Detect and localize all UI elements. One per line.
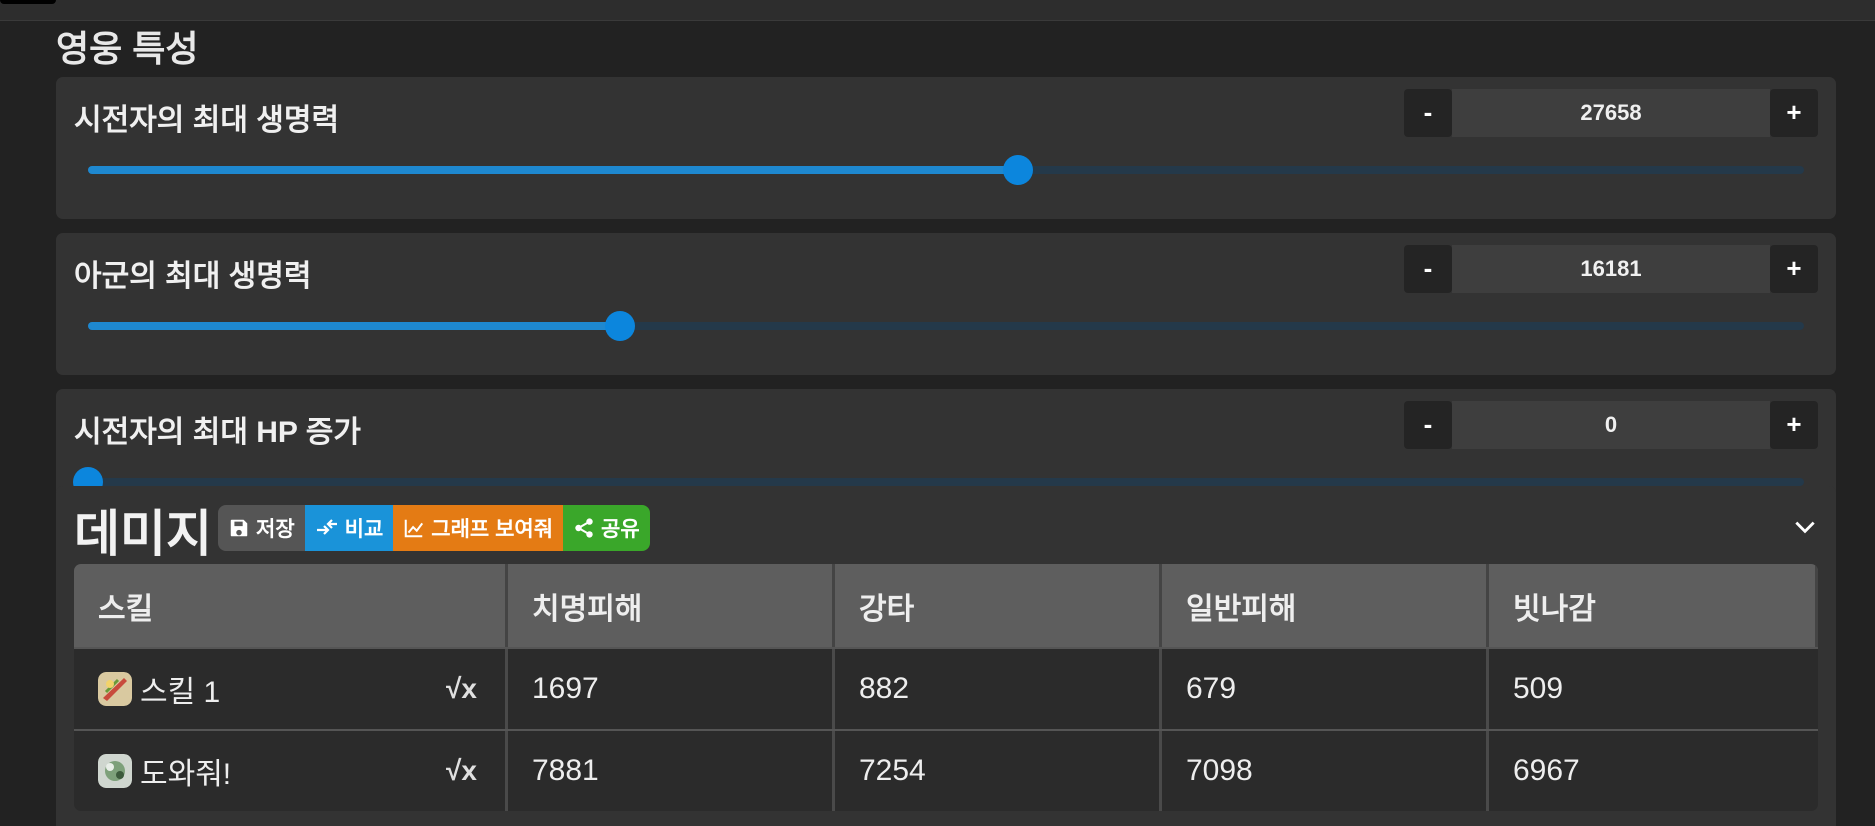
- show-graph-button[interactable]: 그래프 보여줘: [393, 505, 564, 551]
- formula-icon[interactable]: √x: [446, 673, 477, 705]
- increment-button[interactable]: +: [1770, 89, 1818, 137]
- save-icon: [230, 519, 248, 537]
- normal-value: 679: [1162, 649, 1489, 729]
- stat-panel-caster-max-hp: 시전자의 최대 생명력 - 27658 +: [56, 77, 1836, 219]
- crit-value: 7881: [508, 731, 835, 811]
- header-miss[interactable]: 빗나감: [1489, 564, 1818, 647]
- crush-value: 7254: [835, 731, 1162, 811]
- header-crit[interactable]: 치명피해: [508, 564, 835, 647]
- table-header-row: 스킬 치명피해 강타 일반피해 빗나감: [74, 564, 1818, 647]
- decrement-button[interactable]: -: [1404, 89, 1452, 137]
- skill-cell: 스킬 1 √x: [74, 649, 508, 729]
- slider-fill: [88, 166, 1019, 174]
- damage-table: 스킬 치명피해 강타 일반피해 빗나감 스킬 1 √x 1697 882 679…: [74, 564, 1818, 811]
- skill-name: 스킬 1: [140, 676, 221, 709]
- share-button[interactable]: 공유: [563, 505, 650, 551]
- skill-name: 도와줘!: [140, 758, 232, 791]
- decrement-button[interactable]: -: [1404, 401, 1452, 449]
- section-title: 영웅 특성: [56, 28, 199, 69]
- value-input[interactable]: 0: [1452, 401, 1770, 449]
- increment-button[interactable]: +: [1770, 245, 1818, 293]
- value-stepper: - 16181 +: [1404, 245, 1818, 293]
- stat-panel-ally-max-hp: 아군의 최대 생명력 - 16181 +: [56, 233, 1836, 375]
- share-icon: [575, 518, 593, 538]
- table-row: 스킬 1 √x 1697 882 679 509: [74, 647, 1818, 729]
- line-chart-icon: [405, 519, 424, 538]
- value-input[interactable]: 27658: [1452, 89, 1770, 137]
- top-bar: [0, 0, 1875, 21]
- normal-value: 7098: [1162, 731, 1489, 811]
- skill-1-icon: [98, 672, 132, 706]
- save-label: 저장: [256, 518, 295, 541]
- slider-track: [88, 478, 1804, 486]
- header-skill[interactable]: 스킬: [74, 564, 508, 647]
- chevron-down-icon[interactable]: [1792, 514, 1818, 540]
- crush-value: 882: [835, 649, 1162, 729]
- slider-thumb[interactable]: [1003, 155, 1034, 185]
- value-slider[interactable]: [88, 155, 1804, 185]
- value-input[interactable]: 16181: [1452, 245, 1770, 293]
- crit-value: 1697: [508, 649, 835, 729]
- header-normal[interactable]: 일반피해: [1162, 564, 1489, 647]
- value-stepper: - 0 +: [1404, 401, 1818, 449]
- table-row: 도와줘! √x 7881 7254 7098 6967: [74, 729, 1818, 811]
- formula-icon[interactable]: √x: [446, 755, 477, 787]
- value-slider[interactable]: [88, 311, 1804, 341]
- compare-label: 비교: [344, 518, 384, 541]
- damage-toolbar: 저장 비교 그래프 보여줘 공유: [218, 505, 650, 551]
- header-crush[interactable]: 강타: [835, 564, 1162, 647]
- decrement-button[interactable]: -: [1404, 245, 1452, 293]
- compare-button[interactable]: 비교: [304, 505, 394, 551]
- slider-fill: [88, 322, 620, 330]
- skill-help-icon: [98, 754, 132, 788]
- save-button[interactable]: 저장: [218, 505, 305, 551]
- value-slider[interactable]: [73, 467, 1804, 497]
- slider-thumb[interactable]: [604, 311, 635, 341]
- miss-value: 6967: [1513, 754, 1580, 787]
- damage-panel: 데미지 저장 비교 그래프 보여줘 공유 스킬 치명피해 강타 일반피해 빗나감: [56, 486, 1836, 826]
- compare-arrows-icon: [316, 519, 337, 535]
- show-graph-label: 그래프 보여줘: [431, 518, 554, 541]
- stat-label: 아군의 최대 생명력: [74, 260, 312, 293]
- share-label: 공유: [601, 518, 640, 541]
- window-corner: [0, 0, 56, 4]
- increment-button[interactable]: +: [1770, 401, 1818, 449]
- stat-label: 시전자의 최대 생명력: [74, 104, 340, 137]
- skill-cell: 도와줘! √x: [74, 731, 508, 811]
- value-stepper: - 27658 +: [1404, 89, 1818, 137]
- miss-value: 509: [1513, 672, 1564, 705]
- damage-title: 데미지: [74, 506, 212, 562]
- stat-label: 시전자의 최대 HP 증가: [74, 416, 361, 449]
